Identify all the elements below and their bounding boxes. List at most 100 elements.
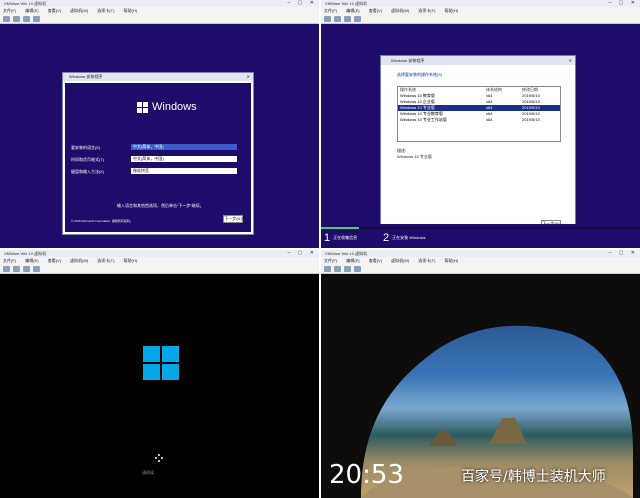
menu-tabs[interactable]: 选项卡(T) [97,8,114,13]
vm-screen[interactable]: Windows 安装程序 ✕ Windows 要安装的语言(E) 中文(简体，中… [0,24,319,248]
menu-help[interactable]: 帮助(H) [445,258,459,263]
windows-flag-icon [137,101,148,113]
menu-help[interactable]: 帮助(H) [124,258,138,263]
vm-title: VMWare Win 10 虚拟机 [4,251,47,256]
vm-screen[interactable]: 请稍候 [0,274,319,498]
menu-edit[interactable]: 编辑(E) [346,258,359,263]
close-icon[interactable]: ✕ [569,56,572,65]
vm-titlebar[interactable]: VMWare Win 10 虚拟机 – ▢ ✕ [0,0,319,7]
row-date: 2019/5/10 [522,117,540,122]
vm-menubar: 文件(F) 编辑(E) 查看(V) 虚拟机(M) 选项卡(T) 帮助(H) [0,257,319,264]
power-icon[interactable] [3,16,10,22]
windows-flag-icon [143,346,179,380]
keyboard-select[interactable]: 微软拼音 [131,168,237,174]
next-button[interactable]: 下一步(N) [223,215,243,223]
description: 描述: Windows 10 专业版 [397,148,432,160]
vm-menubar: 文件(F) 编辑(E) 查看(V) 虚拟机(M) 选项卡(T) 帮助(H) [321,257,640,264]
language-label: 要安装的语言(E) [71,145,101,150]
power-icon[interactable] [3,266,10,272]
menu-help[interactable]: 帮助(H) [445,8,459,13]
vm-titlebar[interactable]: VMWare Win 10 虚拟机 – ▢ ✕ [321,0,640,7]
hint-text: 输入语言和其他首选项，然后单击“下一步”继续。 [117,203,204,208]
menu-vm[interactable]: 虚拟机(M) [70,8,88,13]
revert-icon[interactable] [23,266,30,272]
menu-vm[interactable]: 虚拟机(M) [70,258,88,263]
time-format-select[interactable]: 中文(简体，中国) [131,156,237,162]
window-controls[interactable]: – ▢ ✕ [609,250,638,257]
vm-title: VMWare Win 10 虚拟机 [325,1,368,6]
window-controls[interactable]: – ▢ ✕ [609,0,638,7]
step-number: 2 [383,232,390,244]
menu-edit[interactable]: 编辑(E) [25,258,38,263]
keyboard-row: 键盘和输入方法(K) 微软拼音 [71,168,241,175]
vm-menubar: 文件(F) 编辑(E) 查看(V) 虚拟机(M) 选项卡(T) 帮助(H) [321,7,640,14]
window-controls[interactable]: – ▢ ✕ [288,250,317,257]
progress-fill [321,227,360,229]
window-controls[interactable]: – ▢ ✕ [288,0,317,7]
os-select-dialog: Windows 安装程序 ✕ 选择要安装的操作系统(S) 操作系统 体系结构 修… [380,55,576,233]
brand-text: Windows [152,101,197,113]
snapshot-icon[interactable] [334,16,341,22]
menu-edit[interactable]: 编辑(E) [25,8,38,13]
boot-message: 请稍候 [142,470,154,475]
fullscreen-icon[interactable] [33,16,40,22]
keyboard-label: 键盘和输入方法(K) [71,169,105,174]
menu-vm[interactable]: 虚拟机(M) [391,8,409,13]
os-prompt: 选择要安装的操作系统(S) [397,72,443,77]
setup-dialog: Windows 安装程序 ✕ Windows 要安装的语言(E) 中文(简体，中… [62,72,254,235]
dialog-title: Windows 安装程序 [69,74,103,79]
close-icon[interactable]: ✕ [247,73,250,81]
power-icon[interactable] [324,266,331,272]
menu-tabs[interactable]: 选项卡(T) [97,258,114,263]
watermark-text: 百家号/韩博士装机大师 [461,469,606,485]
language-select[interactable]: 中文(简体，中国) [131,144,237,150]
step-label: 正在安装 Windows [392,235,426,240]
snapshot-icon[interactable] [334,266,341,272]
language-row: 要安装的语言(E) 中文(简体，中国) [71,144,241,151]
row-arch: x64 [486,117,493,122]
vm-window-setup-language: VMWare Win 10 虚拟机 – ▢ ✕ 文件(F) 编辑(E) 查看(V… [0,0,319,248]
row-os: Windows 10 专业工作站版 [400,117,447,122]
fullscreen-icon[interactable] [354,16,361,22]
lock-screen[interactable]: 20:53 百家号/韩博士装机大师 [321,274,640,498]
menu-help[interactable]: 帮助(H) [124,8,138,13]
menu-edit[interactable]: 编辑(E) [346,8,359,13]
revert-icon[interactable] [344,266,351,272]
table-row[interactable]: Windows 10 专业工作站版 x64 2019/5/10 [398,117,560,123]
vm-window-os-select: VMWare Win 10 虚拟机 – ▢ ✕ 文件(F) 编辑(E) 查看(V… [321,0,640,248]
vm-window-boot: VMWare Win 10 虚拟机 – ▢ ✕ 文件(F) 编辑(E) 查看(V… [0,250,319,498]
loading-spinner-icon [155,454,163,462]
step-install: 2 正在安装 Windows [383,232,425,244]
menu-file[interactable]: 文件(F) [3,8,16,13]
menu-view[interactable]: 查看(V) [369,8,382,13]
lockscreen-clock: 20:53 [329,460,404,490]
vm-toolbar [0,264,319,274]
menu-tabs[interactable]: 选项卡(T) [418,258,435,263]
menu-view[interactable]: 查看(V) [369,258,382,263]
fullscreen-icon[interactable] [33,266,40,272]
description-value: Windows 10 专业版 [397,154,432,159]
menu-file[interactable]: 文件(F) [324,8,337,13]
snapshot-icon[interactable] [13,16,20,22]
power-icon[interactable] [324,16,331,22]
revert-icon[interactable] [23,16,30,22]
menu-vm[interactable]: 虚拟机(M) [391,258,409,263]
vm-toolbar [321,264,640,274]
menu-file[interactable]: 文件(F) [324,258,337,263]
dialog-title: Windows 安装程序 [391,58,425,63]
fullscreen-icon[interactable] [354,266,361,272]
menu-view[interactable]: 查看(V) [48,258,61,263]
step-collect: 1 正在收集信息 [324,232,357,244]
vm-screen[interactable]: Windows 安装程序 ✕ 选择要安装的操作系统(S) 操作系统 体系结构 修… [321,24,640,248]
vm-window-lockscreen: VMWare Win 10 虚拟机 – ▢ ✕ 文件(F) 编辑(E) 查看(V… [321,250,640,498]
vm-titlebar[interactable]: VMWare Win 10 虚拟机 – ▢ ✕ [321,250,640,257]
menu-file[interactable]: 文件(F) [3,258,16,263]
setup-progress: 1 正在收集信息 2 正在安装 Windows [321,224,640,248]
revert-icon[interactable] [344,16,351,22]
vm-toolbar [321,14,640,24]
menu-view[interactable]: 查看(V) [48,8,61,13]
snapshot-icon[interactable] [13,266,20,272]
menu-tabs[interactable]: 选项卡(T) [418,8,435,13]
windows-logo: Windows [137,101,197,113]
vm-titlebar[interactable]: VMWare Win 10 虚拟机 – ▢ ✕ [0,250,319,257]
